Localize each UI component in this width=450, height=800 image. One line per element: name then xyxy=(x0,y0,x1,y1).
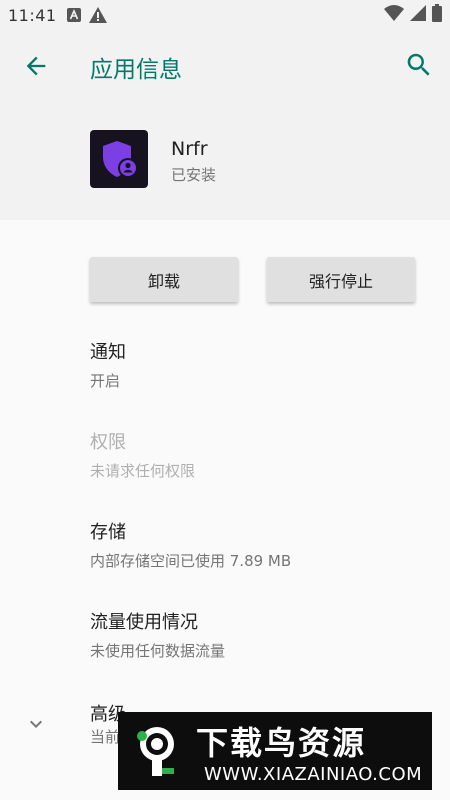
app-install-status: 已安装 xyxy=(171,166,217,184)
setting-advanced-summary: 当前 xyxy=(90,728,121,746)
setting-data-usage[interactable]: 流量使用情况 未使用任何数据流量 xyxy=(90,608,430,661)
cellular-signal-icon xyxy=(410,5,426,21)
page-title: 应用信息 xyxy=(90,57,182,83)
setting-summary: 未使用任何数据流量 xyxy=(90,642,226,660)
setting-summary: 未请求任何权限 xyxy=(90,462,196,480)
watermark-url: WWW.XIAZAINIAO.COM xyxy=(204,764,423,785)
system-icons xyxy=(384,4,442,22)
translate-notification-icon xyxy=(66,8,81,22)
uninstall-button[interactable]: 卸载 xyxy=(90,257,238,302)
shield-user-icon xyxy=(103,141,138,178)
app-header: 应用信息 Nrfr 已安装 xyxy=(0,30,450,220)
chevron-down-icon[interactable] xyxy=(24,712,48,736)
app-icon xyxy=(90,130,148,188)
battery-icon xyxy=(432,4,442,22)
setting-storage[interactable]: 存储 内部存储空间已使用 7.89 MB xyxy=(90,518,430,571)
setting-summary: 内部存储空间已使用 7.89 MB xyxy=(90,552,292,570)
wifi-icon xyxy=(384,5,404,21)
setting-permissions: 权限 未请求任何权限 xyxy=(90,428,430,481)
status-bar: 11:41 xyxy=(0,0,450,30)
bird-logo-icon xyxy=(137,727,174,776)
back-arrow-icon[interactable] xyxy=(22,52,50,80)
warning-icon xyxy=(88,7,107,23)
notification-icons xyxy=(66,7,107,23)
setting-summary: 开启 xyxy=(90,372,121,390)
setting-title: 存储 xyxy=(90,522,126,543)
force-stop-button[interactable]: 强行停止 xyxy=(267,257,415,302)
search-icon[interactable] xyxy=(404,50,434,80)
setting-title: 权限 xyxy=(90,432,126,453)
setting-title: 流量使用情况 xyxy=(90,612,198,633)
watermark-banner: 下载鸟资源 WWW.XIAZAINIAO.COM xyxy=(118,712,432,790)
setting-title: 通知 xyxy=(90,342,126,363)
app-name: Nrfr xyxy=(171,138,208,160)
status-time: 11:41 xyxy=(8,5,57,25)
setting-notifications[interactable]: 通知 开启 xyxy=(90,338,430,391)
watermark-title: 下载鸟资源 xyxy=(196,724,367,762)
